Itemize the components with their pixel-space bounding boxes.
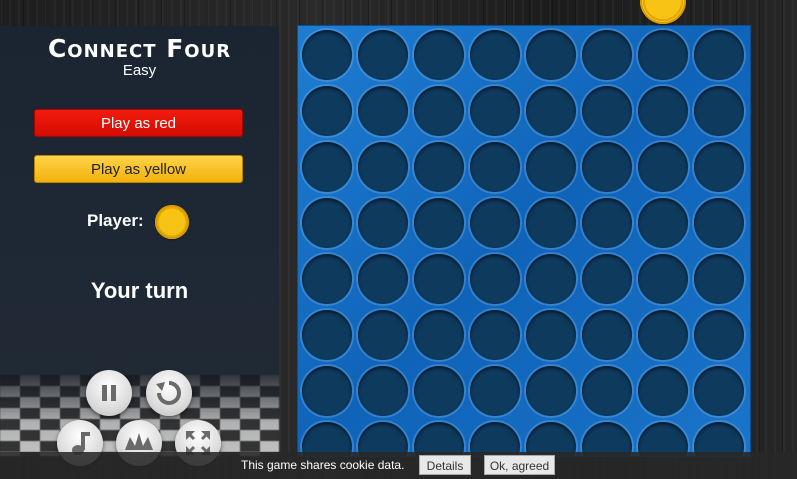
cookie-notice-text: This game shares cookie data. — [241, 458, 405, 472]
board-cell[interactable] — [526, 30, 576, 80]
board-cell[interactable] — [470, 86, 520, 136]
board-cell[interactable] — [470, 366, 520, 416]
restart-button[interactable] — [146, 370, 192, 416]
board-cell[interactable] — [414, 86, 464, 136]
play-as-red-button[interactable]: Play as red — [34, 109, 243, 137]
board-cell[interactable] — [302, 86, 352, 136]
board-cell[interactable] — [526, 366, 576, 416]
board-cell[interactable] — [302, 198, 352, 248]
cookie-details-button[interactable]: Details — [419, 455, 471, 475]
board-cell[interactable] — [470, 30, 520, 80]
board-cell[interactable] — [582, 142, 632, 192]
board-cell[interactable] — [470, 142, 520, 192]
board-cell[interactable] — [358, 86, 408, 136]
board-cell[interactable] — [694, 30, 744, 80]
play-as-yellow-button[interactable]: Play as yellow — [34, 155, 243, 183]
board-cell[interactable] — [302, 366, 352, 416]
board-cell[interactable] — [694, 254, 744, 304]
restart-icon — [156, 381, 181, 405]
board-cell[interactable] — [638, 142, 688, 192]
board-cell[interactable] — [470, 254, 520, 304]
turn-status: Your turn — [90, 278, 189, 303]
board-cell[interactable] — [582, 30, 632, 80]
board-cell[interactable] — [638, 30, 688, 80]
board-cell[interactable] — [358, 198, 408, 248]
board-cell[interactable] — [582, 366, 632, 416]
board-cell[interactable] — [358, 366, 408, 416]
player-label: Player: — [87, 211, 144, 230]
board-cell[interactable] — [582, 198, 632, 248]
board-cell[interactable] — [526, 254, 576, 304]
board-cell[interactable] — [470, 198, 520, 248]
board-cell[interactable] — [638, 366, 688, 416]
game-title: Connect Four — [47, 34, 232, 63]
player-coin-icon — [155, 205, 189, 239]
board-cell[interactable] — [694, 310, 744, 360]
board-cell[interactable] — [302, 254, 352, 304]
board-cell[interactable] — [302, 142, 352, 192]
difficulty-label: Easy — [122, 62, 157, 79]
board-cell[interactable] — [638, 198, 688, 248]
board-cell[interactable] — [414, 422, 464, 456]
board-cell[interactable] — [414, 142, 464, 192]
board-cell[interactable] — [358, 254, 408, 304]
board-cell[interactable] — [414, 310, 464, 360]
board-cell[interactable] — [694, 198, 744, 248]
board-cell[interactable] — [694, 422, 744, 456]
board-cell[interactable] — [414, 30, 464, 80]
pause-icon — [102, 385, 116, 401]
board-cell[interactable] — [582, 310, 632, 360]
board-cell[interactable] — [414, 254, 464, 304]
board-cell[interactable] — [302, 310, 352, 360]
board-cell[interactable] — [358, 30, 408, 80]
board-cell[interactable] — [526, 198, 576, 248]
cookie-agree-button[interactable]: Ok, agreed — [484, 455, 555, 475]
board-cell[interactable] — [638, 310, 688, 360]
board-cell[interactable] — [470, 310, 520, 360]
board-cell[interactable] — [582, 254, 632, 304]
board-cell[interactable] — [694, 366, 744, 416]
board-cell[interactable] — [582, 86, 632, 136]
board-cell[interactable] — [526, 142, 576, 192]
board-cell[interactable] — [358, 422, 408, 456]
board-cell[interactable] — [526, 86, 576, 136]
board-cell[interactable] — [526, 422, 576, 456]
pause-button[interactable] — [86, 370, 132, 416]
board-cell[interactable] — [694, 86, 744, 136]
board-cell[interactable] — [414, 366, 464, 416]
board-cell[interactable] — [414, 198, 464, 248]
board-cell[interactable] — [470, 422, 520, 456]
board-cell[interactable] — [358, 142, 408, 192]
board-cell[interactable] — [358, 310, 408, 360]
board-cell[interactable] — [526, 310, 576, 360]
game-board[interactable] — [298, 26, 750, 456]
board-cell[interactable] — [582, 422, 632, 456]
board-cell[interactable] — [638, 86, 688, 136]
board-cell[interactable] — [638, 254, 688, 304]
board-cell[interactable] — [302, 30, 352, 80]
board-cell[interactable] — [694, 142, 744, 192]
board-cell[interactable] — [302, 422, 352, 456]
board-cell[interactable] — [638, 422, 688, 456]
